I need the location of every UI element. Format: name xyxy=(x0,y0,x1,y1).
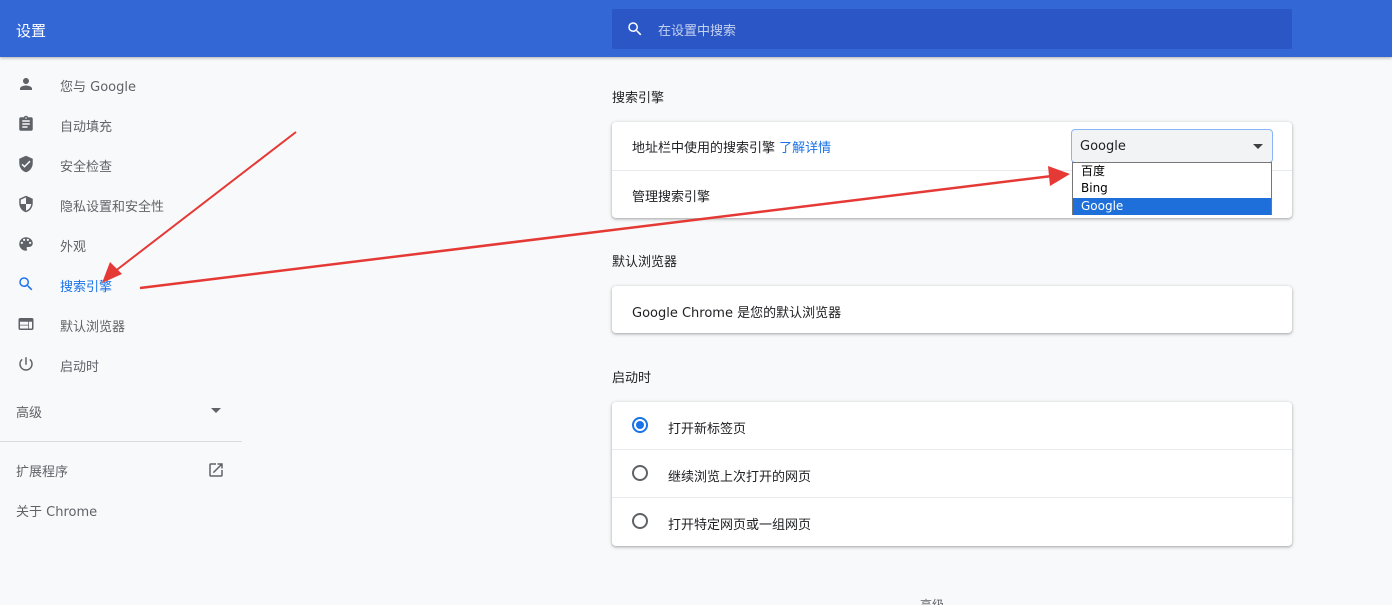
browser-window-icon xyxy=(18,318,34,330)
sidebar-item-label: 隐私设置和安全性 xyxy=(60,200,165,215)
startup-radio-new-tab[interactable] xyxy=(632,417,648,433)
row-divider xyxy=(612,497,1292,498)
dropdown-option[interactable]: Bing xyxy=(1073,180,1271,197)
settings-search-input[interactable]: 在设置中搜索 xyxy=(612,9,1292,49)
sidebar-item-label: 外观 xyxy=(60,240,87,255)
sidebar-item-label: 安全检查 xyxy=(60,160,113,175)
clipboard-icon xyxy=(19,115,33,131)
default-browser-section-title: 默认浏览器 xyxy=(612,255,678,270)
top-toolbar: 设置 在设置中搜索 xyxy=(0,0,1392,57)
default-browser-status: Google Chrome 是您的默认浏览器 xyxy=(632,306,842,321)
dropdown-option[interactable]: 百度 xyxy=(1073,163,1271,180)
startup-card: 打开新标签页 继续浏览上次打开的网页 打开特定网页或一组网页 xyxy=(612,402,1292,546)
sidebar-item-on-startup[interactable]: 启动时 xyxy=(0,344,242,384)
sidebar-item-appearance[interactable]: 外观 xyxy=(0,224,242,264)
manage-search-engines-label: 管理搜索引擎 xyxy=(632,190,711,205)
advanced-label: 高级 xyxy=(16,406,43,421)
search-icon xyxy=(19,277,33,291)
sidebar-item-label: 默认浏览器 xyxy=(60,320,126,335)
address-bar-engine-label: 地址栏中使用的搜索引擎 了解详情 xyxy=(632,141,832,156)
sidebar-item-privacy[interactable]: 隐私设置和安全性 xyxy=(0,184,242,224)
search-engine-dropdown: 百度 Bing Google xyxy=(1072,162,1272,215)
power-icon xyxy=(19,357,33,371)
caret-down-icon xyxy=(211,408,221,413)
sidebar-item-label: 自动填充 xyxy=(60,120,113,135)
shield-check-icon xyxy=(19,155,33,173)
caret-down-icon xyxy=(1253,144,1263,149)
search-icon xyxy=(628,22,642,36)
search-engine-section-title: 搜索引擎 xyxy=(612,91,665,106)
startup-option-label: 打开新标签页 xyxy=(668,422,747,437)
sidebar-item-autofill[interactable]: 自动填充 xyxy=(0,104,242,144)
page-title: 设置 xyxy=(16,22,47,40)
search-placeholder: 在设置中搜索 xyxy=(658,24,737,39)
about-chrome-link[interactable]: 关于 Chrome xyxy=(16,501,97,520)
startup-radio-specific-pages[interactable] xyxy=(632,513,648,529)
startup-option-label: 继续浏览上次打开的网页 xyxy=(668,470,812,485)
sidebar-item-default-browser[interactable]: 默认浏览器 xyxy=(0,304,242,344)
startup-radio-continue[interactable] xyxy=(632,465,648,481)
open-in-new-icon xyxy=(209,463,223,477)
extensions-link[interactable]: 扩展程序 xyxy=(16,461,226,481)
dropdown-option-selected[interactable]: Google xyxy=(1073,198,1271,215)
default-browser-card: Google Chrome 是您的默认浏览器 xyxy=(612,286,1292,333)
startup-option-label: 打开特定网页或一组网页 xyxy=(668,518,812,533)
advanced-toggle[interactable]: 高级 xyxy=(16,402,226,422)
sidebar-divider xyxy=(0,441,242,442)
search-engine-select[interactable]: Google xyxy=(1071,129,1273,163)
extensions-label: 扩展程序 xyxy=(16,465,69,480)
sidebar: 您与 Google 自动填充 安全检查 隐私设置和安全性 外观 搜索引擎 默认浏… xyxy=(0,57,242,605)
shield-icon xyxy=(19,195,33,213)
row-divider xyxy=(612,449,1292,450)
sidebar-item-label: 您与 Google xyxy=(60,80,136,95)
sidebar-item-search-engine[interactable]: 搜索引擎 xyxy=(0,264,242,304)
search-engine-selected-value: Google xyxy=(1080,139,1126,154)
startup-section-title: 启动时 xyxy=(612,371,652,386)
sidebar-item-label: 搜索引擎 xyxy=(60,280,113,295)
palette-icon xyxy=(19,237,33,251)
sidebar-item-safety-check[interactable]: 安全检查 xyxy=(0,144,242,184)
person-icon xyxy=(20,78,32,90)
sidebar-item-label: 启动时 xyxy=(60,360,100,375)
sidebar-item-you-and-google[interactable]: 您与 Google xyxy=(0,64,242,104)
learn-more-link[interactable]: 了解详情 xyxy=(779,141,831,156)
advanced-footer-button[interactable]: 高级 xyxy=(920,596,944,605)
